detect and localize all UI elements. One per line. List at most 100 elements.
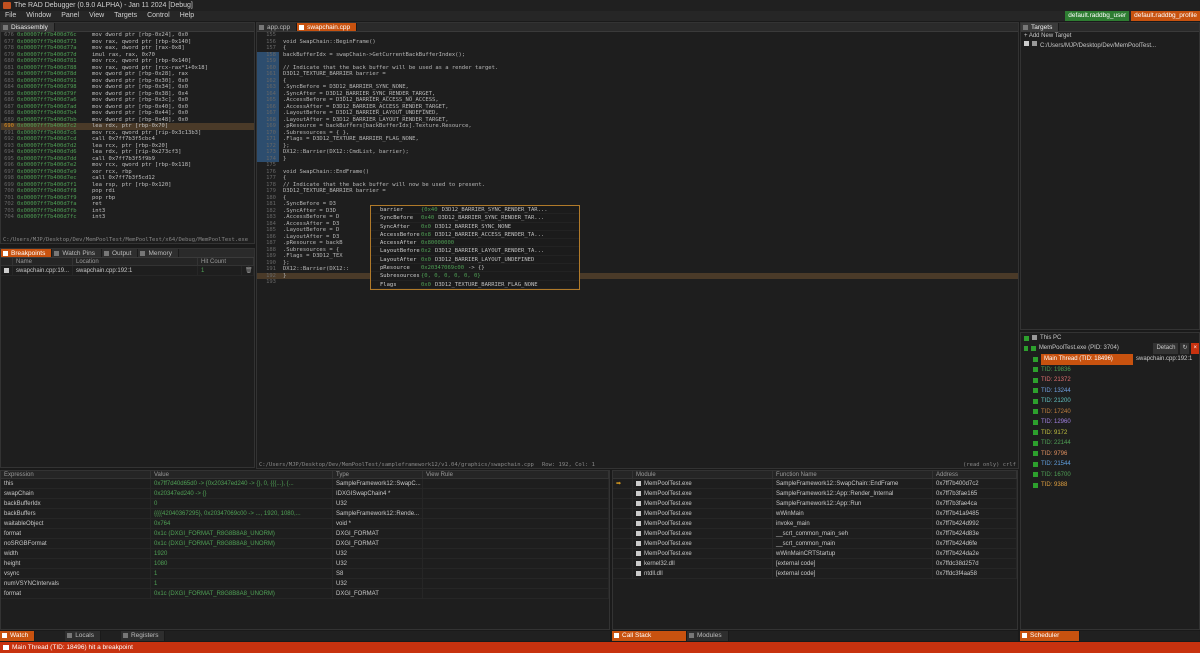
tooltip-row[interactable]: LayoutAfter 0x0 D3D12_BARRIER_LAYOUT_UNDEF… [371,256,579,265]
watch-view-rule[interactable] [423,579,609,588]
watch-view-rule[interactable] [423,529,609,538]
menu-control[interactable]: Control [142,11,175,21]
lock-icon[interactable] [1033,482,1038,488]
watch-row[interactable]: height 1080 U32 [1,559,609,569]
machine-row[interactable]: This PC [1021,333,1199,343]
tab-modules[interactable]: Modules [687,631,729,641]
thread-row[interactable]: TID: 21200 [1021,396,1199,407]
thread-row[interactable]: TID: 17240 [1021,407,1199,418]
tooltip-row[interactable]: LayoutBefore 0x2 D3D12_BARRIER_LAYOUT_REND… [371,247,579,256]
tab-app-cpp[interactable]: app.cpp [257,23,298,31]
tab-watch[interactable]: Watch [0,631,36,641]
lock-icon[interactable] [1033,419,1038,425]
watch-view-rule[interactable] [423,549,609,558]
main-thread-row[interactable]: Main Thread (TID: 18496) swapchain.cpp:1… [1021,354,1199,365]
tooltip-row[interactable]: pResource 0x20347069c00 -> {} [371,264,579,273]
watch-row[interactable]: noSRGBFormat 0x1c (DXGI_FORMAT_R8G8B8A8_U… [1,539,609,549]
lock-icon[interactable] [1033,461,1038,467]
project-profile-button[interactable]: default.raddbg_profile [1131,11,1200,21]
add-target-button[interactable]: + Add New Target [1021,32,1199,41]
thread-list[interactable]: TID: 19836 TID: 21372 TID: 13244 TID: 21200… [1021,365,1199,491]
tooltip-row[interactable]: AccessAfter 0x80000000 [371,239,579,248]
lock-icon[interactable] [1033,451,1038,456]
lock-icon[interactable] [1033,367,1038,372]
tooltip-row[interactable]: Subresources {0, 0, 0, 0, 0, 0} [371,272,579,281]
checkbox-icon[interactable] [1024,41,1029,46]
callstack-row[interactable]: MemPoolTest.exe SampleFramework12::App::R… [613,489,1017,499]
callstack-row[interactable]: ntdll.dll [external code] 0x7ffdc3f4aa58 [613,569,1017,579]
callstack-row[interactable]: MemPoolTest.exe wWinMain 0x7ff7b41a9485 [613,509,1017,519]
watch-row[interactable]: backBuffers {{{{42040367295}, 0x20347069c… [1,509,609,519]
callstack-row[interactable]: MemPoolTest.exe __scrt_common_main_seh 0x7… [613,529,1017,539]
watch-row[interactable]: width 1920 U32 [1,549,609,559]
callstack-row[interactable]: MemPoolTest.exe wWinMainCRTStartup 0x7ff7b… [613,549,1017,559]
menu-window[interactable]: Window [21,11,56,21]
watch-rows[interactable]: this 0x7ff7d40d65d0 -> {0x20347ed240 -> {… [1,479,609,599]
callstack-row[interactable]: MemPoolTest.exe __scrt_common_main 0x7ff7b… [613,539,1017,549]
lock-icon[interactable] [1033,398,1038,404]
delete-icon[interactable]: 🗑 [242,266,254,275]
restart-icon[interactable]: ↻ [1180,343,1190,354]
watch-row[interactable]: waitableObject 0x764 void * [1,519,609,529]
thread-row[interactable]: TID: 21372 [1021,375,1199,386]
watch-view-rule[interactable] [423,509,609,518]
watch-view-rule[interactable] [423,499,609,508]
checkbox-icon[interactable] [4,267,9,273]
watch-view-rule[interactable] [423,539,609,548]
target-row[interactable]: C:/Users/MJP/Desktop/Dev/MemPoolTest... [1021,41,1199,51]
watch-view-rule[interactable] [423,559,609,568]
user-profile-button[interactable]: default.raddbg_user [1065,11,1130,21]
thread-row[interactable]: TID: 21544 [1021,459,1199,470]
callstack-row[interactable]: MemPoolTest.exe SampleFramework12::App::R… [613,499,1017,509]
tooltip-row[interactable]: AccessBefore 0x8 D3D12_BARRIER_ACCESS_REND… [371,231,579,240]
hover-evaluation-tooltip[interactable]: barrier {0x40 D3D12_BARRIER_SYNC_RENDER_TA… [370,205,580,290]
callstack-rows[interactable]: ➡ MemPoolTest.exe SampleFramework12::SwapC… [613,479,1017,579]
lock-icon[interactable] [1033,440,1038,446]
lock-icon[interactable] [1033,377,1038,383]
tooltip-row[interactable]: barrier {0x40 D3D12_BARRIER_SYNC_RENDER_TA… [371,206,579,215]
tab-targets[interactable]: Targets [1021,23,1060,31]
expand-icon[interactable] [1024,346,1029,351]
watch-row[interactable]: vsync 1 S8 [1,569,609,579]
disassembly-lines[interactable]: 676 0x00007ff7b400d76c mov dword ptr [rbp-… [1,32,254,221]
watch-view-rule[interactable] [423,479,609,488]
thread-row[interactable]: TID: 12960 [1021,417,1199,428]
tooltip-row[interactable]: Flags 0x0 D3D12_TEXTURE_BARRIER_FLAG_NONE [371,281,579,289]
tab-swapchain-cpp[interactable]: swapchain.cpp [297,23,358,31]
tab-breakpoints[interactable]: Breakpoints [1,249,53,257]
tab-registers[interactable]: Registers [120,631,166,641]
lock-icon[interactable] [1033,356,1038,362]
callstack-row[interactable]: kernel32.dll [external code] 0x7ffdc38d257… [613,559,1017,569]
thread-row[interactable]: TID: 13244 [1021,386,1199,397]
expand-icon[interactable] [1024,335,1029,341]
menu-targets[interactable]: Targets [109,11,142,21]
process-row[interactable]: MemPoolTest.exe (PID: 3704) Detach ↻ × [1021,343,1199,354]
tab-locals[interactable]: Locals [65,631,101,641]
lock-icon[interactable] [1033,409,1038,414]
tab-scheduler[interactable]: Scheduler [1020,631,1080,641]
tooltip-row[interactable]: SyncBefore 0x40 D3D12_BARRIER_SYNC_RENDER_… [371,214,579,223]
menu-view[interactable]: View [84,11,109,21]
watch-row[interactable]: swapChain 0x20347ed240 -> {} IDXGISwapChai… [1,489,609,499]
breakpoint-row[interactable]: swapchain.cpp:19... swapchain.cpp:192:1 … [1,266,254,276]
watch-row[interactable]: backBufferIdx 0 U32 [1,499,609,509]
menu-panel[interactable]: Panel [56,11,84,21]
detach-button[interactable]: Detach [1153,343,1179,354]
tab-output[interactable]: Output [101,249,139,257]
lock-icon[interactable] [1033,472,1038,477]
callstack-row[interactable]: ➡ MemPoolTest.exe SampleFramework12::SwapC… [613,479,1017,489]
watch-row[interactable]: this 0x7ff7d40d65d0 -> {0x20347ed240 -> {… [1,479,609,489]
watch-view-rule[interactable] [423,489,609,498]
tab-watch-pins[interactable]: Watch Pins [52,249,102,257]
thread-row[interactable]: TID: 9796 [1021,449,1199,460]
disassembly-line[interactable]: 704 0x00007ff7b400d7fc int3 [1,214,254,221]
menu-help[interactable]: Help [175,11,199,21]
menu-file[interactable]: File [0,11,21,21]
watch-row[interactable]: numVSYNCIntervals 1 U32 [1,579,609,589]
watch-view-rule[interactable] [423,519,609,528]
thread-row[interactable]: TID: 9388 [1021,480,1199,491]
tab-call-stack[interactable]: Call Stack [612,631,687,641]
watch-row[interactable]: format 0x1c (DXGI_FORMAT_R8G8B8A8_UNORM) D… [1,529,609,539]
watch-view-rule[interactable] [423,589,609,598]
thread-row[interactable]: TID: 19836 [1021,365,1199,376]
